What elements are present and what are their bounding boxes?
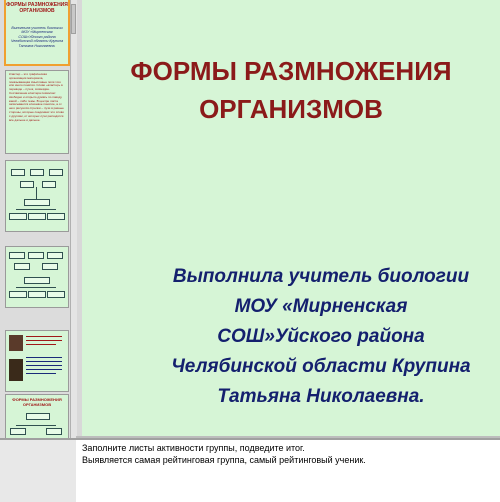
diagram-box: [42, 263, 58, 270]
body-line: Выполнила учитель биологии: [172, 266, 470, 287]
diagram-line: [16, 425, 56, 426]
notes-pane[interactable]: Заполните листы активности группы, подве…: [76, 438, 500, 502]
thumbnail-text: Выполнила учитель биологии МОУ «Мирненск…: [10, 26, 64, 48]
diagram-box: [30, 169, 44, 176]
diagram-box: [24, 277, 50, 284]
diagram-box: [20, 181, 34, 188]
diagram-box: [47, 291, 65, 298]
thumbnail-scrollbar[interactable]: [70, 0, 77, 438]
diagram-box: [11, 169, 25, 176]
slide-thumbnail-pane[interactable]: ФОРМЫ РАЗМНОЖЕНИЯ ОРГАНИЗМОВ Выполнила у…: [0, 0, 77, 438]
slide-body-text[interactable]: Выполнила учитель биологии МОУ «Мирненск…: [142, 262, 500, 412]
slide-thumbnail-5[interactable]: [5, 330, 69, 392]
diagram-line: [36, 187, 37, 199]
thumbnail-text: Кластер – это графическая организация ма…: [9, 72, 65, 122]
body-line: Челябинской области Крупина: [171, 356, 471, 377]
notes-pane-left-gutter: [0, 438, 77, 502]
body-line: СОШ»Уйского района: [217, 326, 425, 347]
photo-image: [9, 359, 23, 381]
diagram-box: [10, 428, 26, 435]
diagram-box: [28, 252, 44, 259]
diagram-box: [47, 213, 65, 220]
diagram-box: [47, 252, 63, 259]
body-line: Татьяна Николаевна.: [217, 386, 425, 407]
diagram-box: [9, 213, 27, 220]
diagram-line: [16, 287, 56, 288]
text-line: [26, 369, 62, 370]
slide-title-line-2: ОРГАНИЗМОВ: [199, 94, 383, 124]
text-line: [26, 340, 62, 341]
notes-line-2: Выявляется самая рейтинговая группа, сам…: [82, 455, 366, 465]
diagram-box: [24, 199, 50, 206]
diagram-box: [9, 291, 27, 298]
diagram-box: [26, 413, 50, 420]
photo-image: [9, 335, 23, 351]
notes-line-1: Заполните листы активности группы, подве…: [82, 443, 305, 453]
text-line: [26, 361, 62, 362]
diagram-box: [42, 181, 56, 188]
diagram-box: [28, 291, 46, 298]
slide-thumbnail-6[interactable]: ФОРМЫ РАЗМНОЖЕНИЯ ОРГАНИЗМОВ: [5, 394, 69, 438]
text-line: [26, 357, 62, 358]
text-line: [26, 373, 56, 374]
diagram-line: [16, 209, 56, 210]
slide-thumbnail-4[interactable]: [5, 246, 69, 308]
diagram-box: [9, 252, 25, 259]
slide-title[interactable]: ФОРМЫ РАЗМНОЖЕНИЯ ОРГАНИЗМОВ: [82, 52, 500, 128]
text-line: [26, 365, 62, 366]
diagram-box: [28, 213, 46, 220]
diagram-box: [49, 169, 63, 176]
slide-canvas[interactable]: ФОРМЫ РАЗМНОЖЕНИЯ ОРГАНИЗМОВ Выполнила у…: [82, 0, 500, 436]
diagram-box: [14, 263, 30, 270]
diagram-box: [46, 428, 62, 435]
text-line: [26, 344, 56, 345]
scrollbar-thumb[interactable]: [71, 4, 76, 34]
slide-thumbnail-3[interactable]: [5, 160, 69, 232]
thumbnail-title: ФОРМЫ РАЗМНОЖЕНИЯ ОРГАНИЗМОВ: [12, 397, 62, 407]
thumbnail-title: ФОРМЫ РАЗМНОЖЕНИЯ ОРГАНИЗМОВ: [6, 2, 68, 14]
body-line: МОУ «Мирненская: [234, 296, 408, 317]
text-line: [26, 336, 62, 337]
slide-title-line-1: ФОРМЫ РАЗМНОЖЕНИЯ: [130, 56, 452, 86]
slide-thumbnail-2[interactable]: Кластер – это графическая организация ма…: [5, 70, 69, 154]
slide-thumbnail-1[interactable]: ФОРМЫ РАЗМНОЖЕНИЯ ОРГАНИЗМОВ Выполнила у…: [4, 0, 70, 66]
